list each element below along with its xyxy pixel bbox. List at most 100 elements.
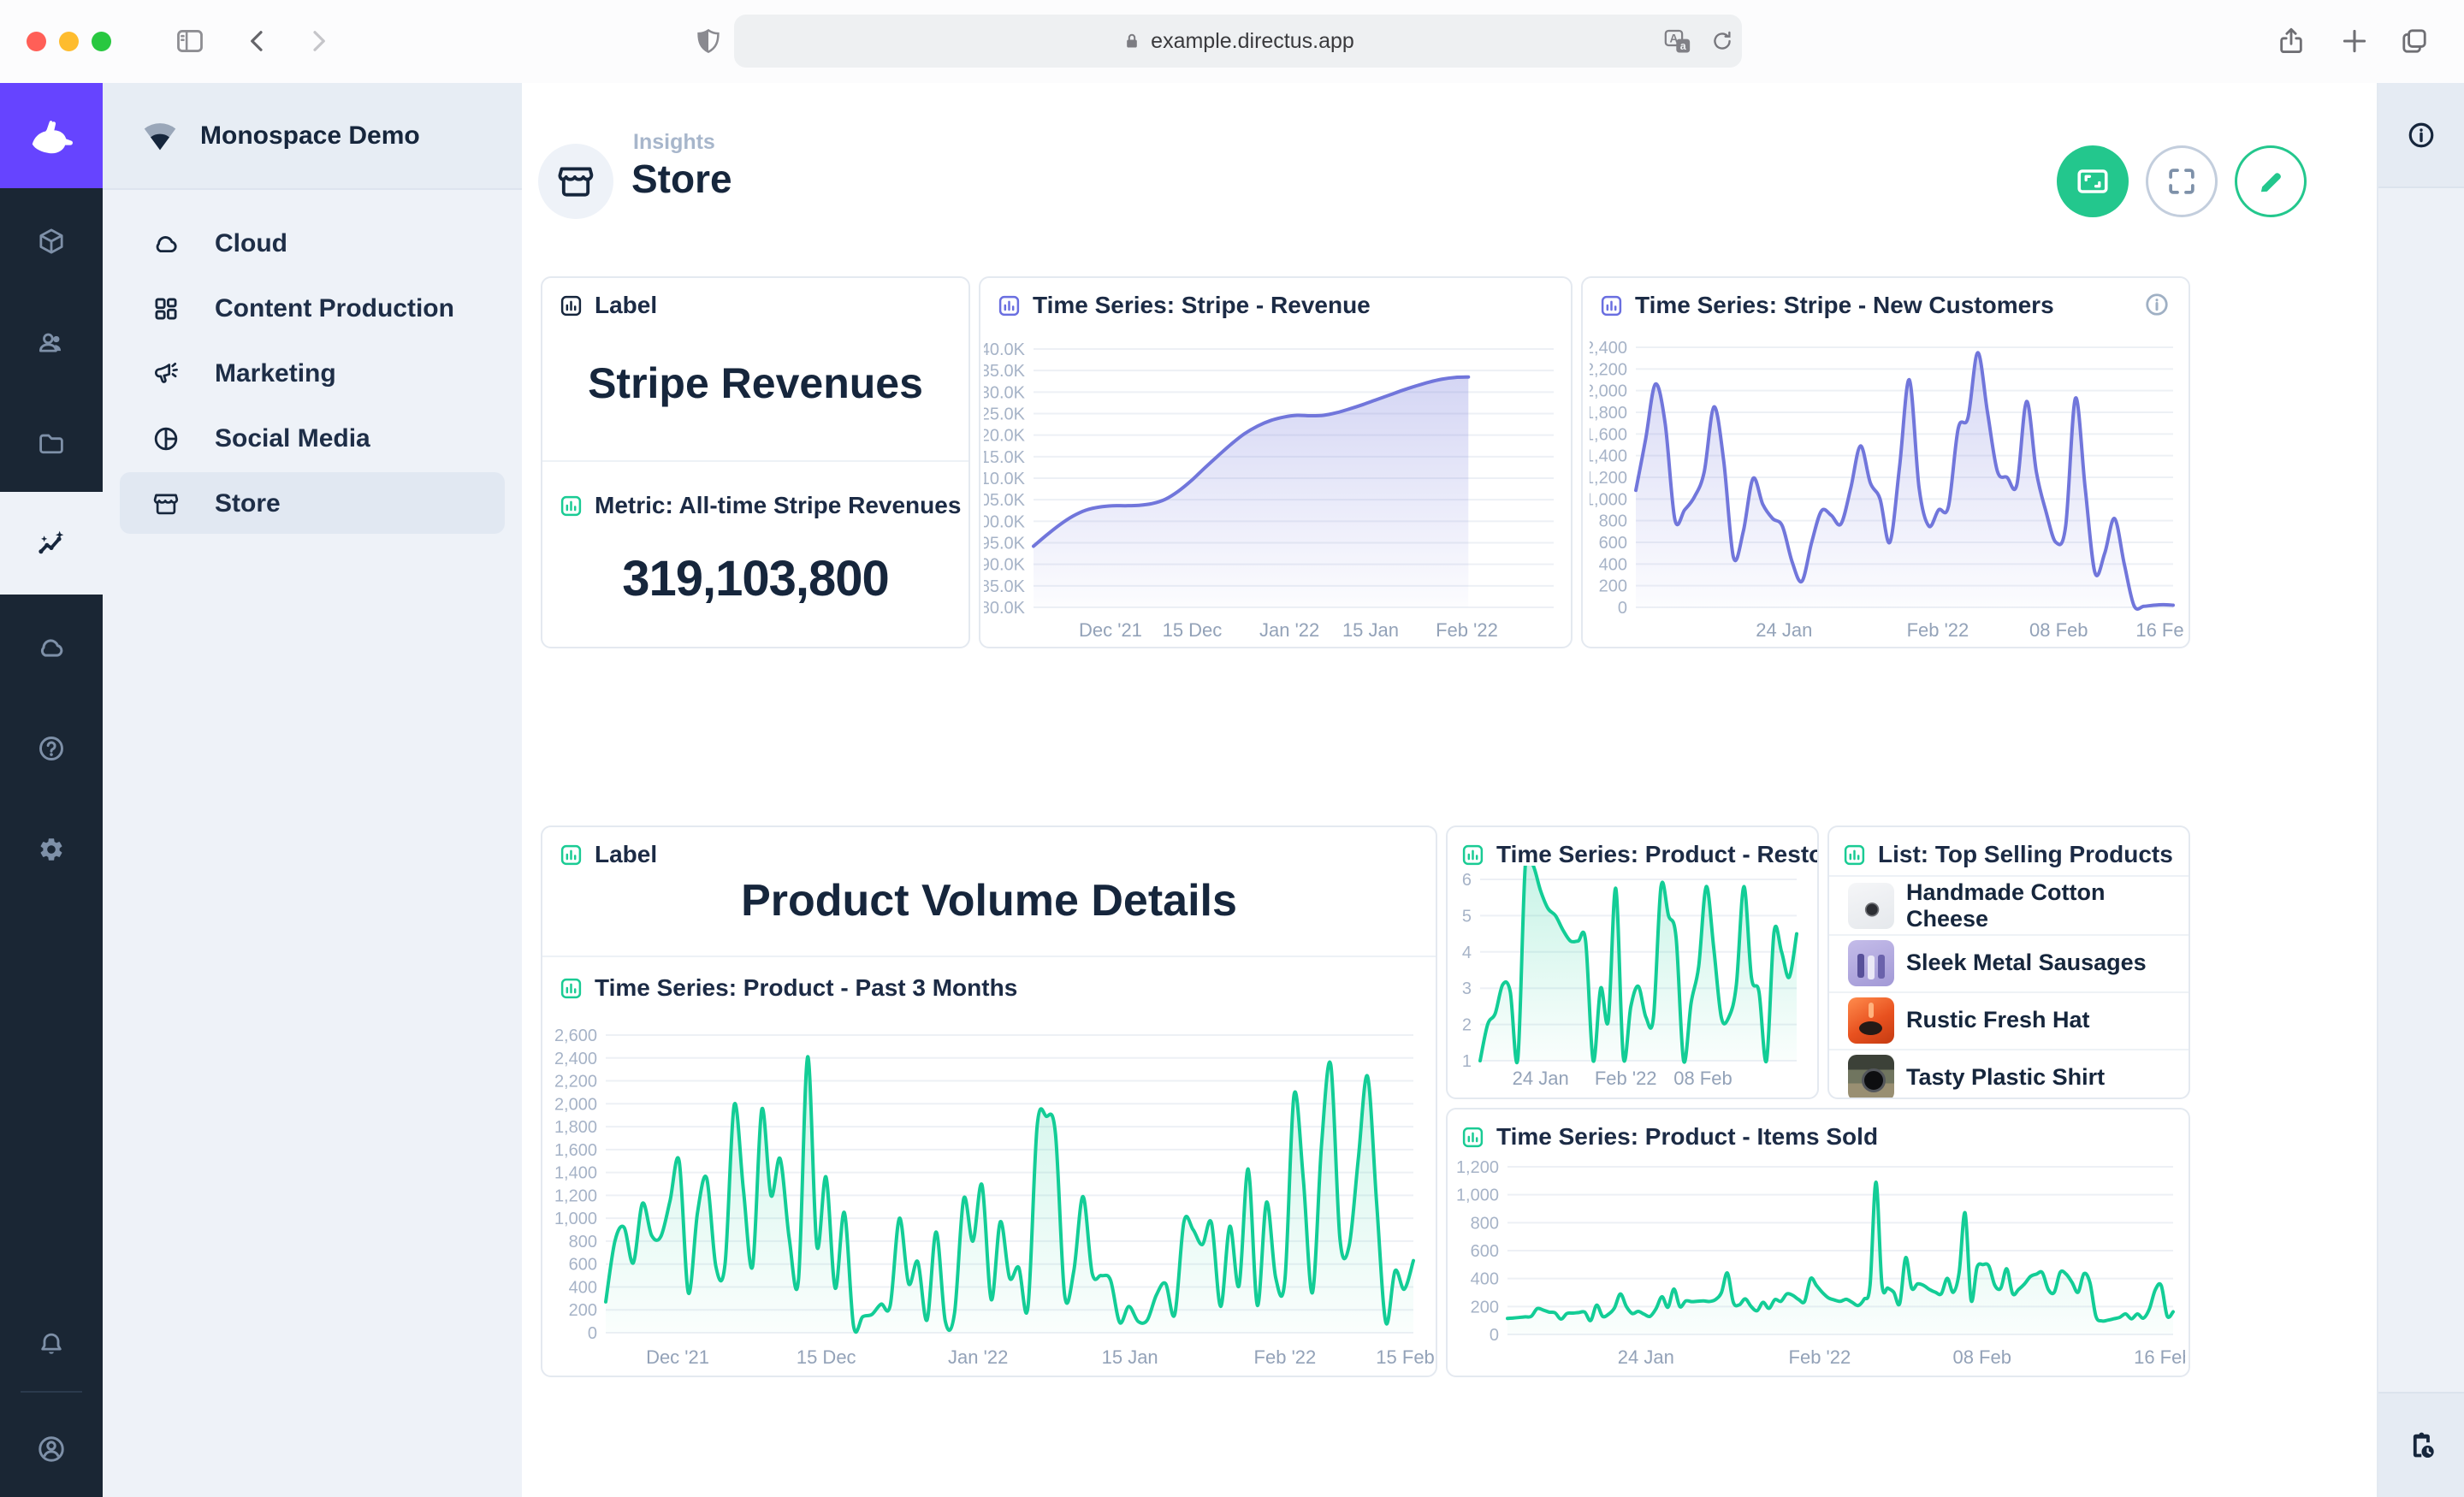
new-customers-chart: 2,4002,2002,0001,8001,6001,4001,2001,000… [1590, 318, 2185, 645]
notifications-button[interactable] [0, 1312, 103, 1377]
cloud-icon [152, 230, 180, 257]
edit-dashboard-button[interactable] [2235, 145, 2307, 217]
module-help[interactable] [0, 716, 103, 781]
account-icon [36, 1434, 67, 1464]
window-close-button[interactable] [27, 32, 46, 51]
privacy-shield-icon[interactable] [695, 27, 722, 55]
list-panel-icon [1843, 843, 1866, 867]
svg-text:85.0K: 85.0K [984, 577, 1026, 596]
product-name: Tasty Plastic Shirt [1906, 1064, 2105, 1091]
svg-text:1,000: 1,000 [1590, 490, 1627, 509]
list-item[interactable]: Tasty Plastic Shirt [1829, 1049, 2189, 1099]
new-tab-button[interactable] [2339, 26, 2370, 56]
module-content[interactable] [0, 209, 103, 274]
back-button[interactable] [244, 27, 271, 55]
storefront-icon [152, 490, 180, 518]
svg-text:Feb '22: Feb '22 [1254, 1346, 1317, 1368]
svg-text:200: 200 [1599, 577, 1627, 596]
storefront-icon [556, 162, 595, 201]
megaphone-icon [152, 360, 180, 388]
breadcrumb[interactable]: Insights [633, 130, 715, 155]
svg-text:115.0K: 115.0K [984, 448, 1026, 467]
svg-text:1,800: 1,800 [1590, 404, 1627, 423]
tab-overview-button[interactable] [2399, 26, 2430, 56]
svg-text:1,600: 1,600 [1590, 425, 1627, 444]
svg-text:95.0K: 95.0K [984, 535, 1026, 553]
window-minimize-button[interactable] [59, 32, 79, 51]
module-cloud[interactable] [0, 615, 103, 680]
help-icon [37, 734, 66, 763]
panel-top-selling-products[interactable]: List: Top Selling Products Handmade Cott… [1827, 825, 2190, 1099]
lock-icon [1122, 31, 1142, 51]
panel-product-restocks[interactable]: Time Series: Product - Restocks 65432124… [1446, 825, 1819, 1099]
panel-stripe-new-customers[interactable]: Time Series: Stripe - New Customers 2,40… [1581, 276, 2190, 648]
navigation-sidebar: Monospace Demo Cloud Content Production … [103, 83, 522, 1497]
panel-product-volume[interactable]: Label Product Volume Details Time Series… [541, 825, 1437, 1377]
bell-icon [37, 1330, 66, 1359]
svg-text:120.0K: 120.0K [984, 427, 1026, 446]
account-button[interactable] [0, 1417, 103, 1482]
translate-icon[interactable] [1663, 27, 1692, 56]
presentation-mode-button[interactable] [2057, 145, 2129, 217]
forward-button[interactable] [305, 27, 332, 55]
module-files[interactable] [0, 411, 103, 476]
activity-log-button[interactable] [2378, 1392, 2464, 1497]
panel-info-button[interactable] [2144, 292, 2170, 317]
svg-text:90.0K: 90.0K [984, 556, 1026, 575]
svg-text:4: 4 [1462, 944, 1472, 962]
panel-stripe-label-metric[interactable]: Label Stripe Revenues Metric: All-time S… [541, 276, 970, 648]
label-text: Stripe Revenues [542, 358, 968, 408]
svg-text:Jan '22: Jan '22 [1259, 619, 1319, 641]
svg-text:2,200: 2,200 [554, 1073, 597, 1092]
module-settings[interactable] [0, 817, 103, 882]
sidebar-item-social-media[interactable]: Social Media [103, 406, 522, 471]
svg-text:130.0K: 130.0K [984, 383, 1026, 402]
sidebar-item-marketing[interactable]: Marketing [103, 341, 522, 406]
share-button[interactable] [2276, 26, 2307, 56]
browser-chrome: example.directus.app [0, 0, 2464, 85]
product-thumbnail [1848, 997, 1894, 1044]
panel-header: List: Top Selling Products [1878, 841, 2173, 868]
cube-icon [37, 227, 66, 256]
page-icon-bubble [538, 144, 613, 219]
product-name: Handmade Cotton Cheese [1906, 879, 2189, 932]
project-status-icon [140, 116, 180, 156]
sidebar-item-label: Content Production [215, 294, 454, 323]
window-zoom-button[interactable] [92, 32, 111, 51]
sidebar-toggle-button[interactable] [175, 26, 205, 56]
list-item[interactable]: Handmade Cotton Cheese [1829, 877, 2189, 936]
project-name: Monospace Demo [200, 121, 420, 151]
svg-text:15 Jan: 15 Jan [1102, 1346, 1158, 1368]
fullscreen-button[interactable] [2146, 145, 2218, 217]
project-header[interactable]: Monospace Demo [103, 83, 522, 190]
sidebar-item-store[interactable]: Store [103, 471, 522, 536]
panel-header: Metric: All-time Stripe Revenues [595, 492, 961, 519]
svg-text:Feb '22: Feb '22 [1907, 619, 1969, 641]
reload-button[interactable] [1709, 28, 1735, 54]
sidebar-item-content-production[interactable]: Content Production [103, 276, 522, 341]
panel-header: Time Series: Stripe - New Customers [1635, 292, 2054, 319]
sidebar-item-cloud[interactable]: Cloud [103, 211, 522, 276]
module-insights-active[interactable] [0, 492, 103, 595]
info-sidebar-button[interactable] [2378, 83, 2464, 188]
pie-chart-icon [152, 425, 180, 453]
svg-text:6: 6 [1462, 871, 1472, 890]
address-bar[interactable]: example.directus.app [734, 15, 1742, 68]
sidebar-item-label: Marketing [215, 359, 336, 388]
module-users[interactable] [0, 311, 103, 376]
list-item[interactable]: Sleek Metal Sausages [1829, 934, 2189, 993]
present-screen-icon [2075, 163, 2111, 199]
panel-divider [542, 956, 1436, 957]
time-series-panel-icon [560, 977, 583, 1000]
svg-text:125.0K: 125.0K [984, 405, 1026, 424]
clipboard-clock-icon [2405, 1429, 2437, 1462]
directus-logo[interactable] [0, 83, 103, 188]
svg-text:2: 2 [1462, 1016, 1472, 1035]
panel-product-items-sold[interactable]: Time Series: Product - Items Sold 1,2001… [1446, 1108, 2190, 1377]
past-3-months-chart: 2,6002,4002,2002,0001,8001,6001,4001,200… [554, 1016, 1434, 1372]
svg-text:1: 1 [1462, 1052, 1472, 1071]
svg-text:600: 600 [1471, 1242, 1499, 1261]
metric-panel-icon [560, 494, 583, 518]
panel-stripe-revenue[interactable]: Time Series: Stripe - Revenue 140.0K135.… [979, 276, 1573, 648]
list-item[interactable]: Rustic Fresh Hat [1829, 991, 2189, 1050]
